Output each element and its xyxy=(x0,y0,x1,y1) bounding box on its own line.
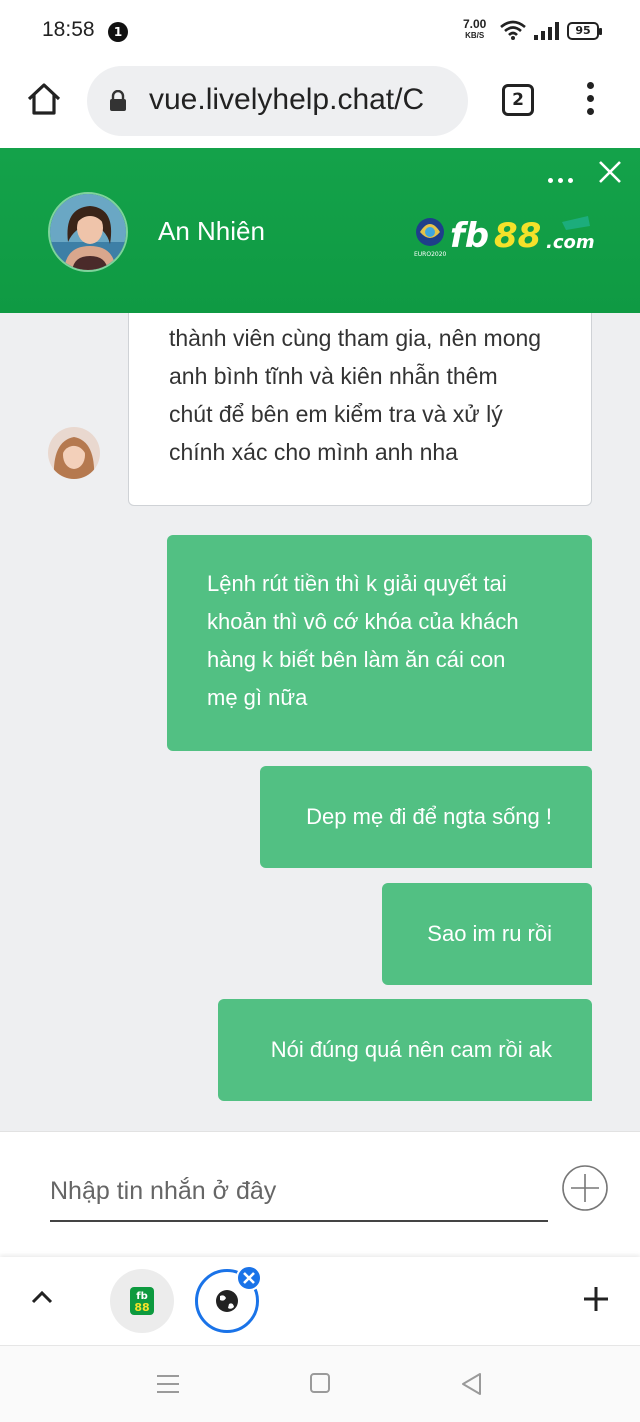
tab-switcher-button[interactable]: 2 xyxy=(502,84,534,116)
back-icon[interactable] xyxy=(460,1372,484,1396)
message-composer xyxy=(0,1131,640,1257)
url-text: vue.livelyhelp.chat/C xyxy=(149,83,425,116)
add-attachment-icon[interactable] xyxy=(561,1164,609,1212)
svg-text:88: 88 xyxy=(134,1301,149,1314)
browser-tab-strip: fb 88 xyxy=(0,1257,640,1345)
message-list[interactable]: thành viên cùng tham gia, nên mong anh b… xyxy=(0,313,640,1131)
user-message-bubble: Nói đúng quá nên cam rồi ak xyxy=(218,999,592,1101)
user-message-bubble: Sao im ru rồi xyxy=(382,883,592,985)
browser-toolbar: vue.livelyhelp.chat/C 2 xyxy=(0,62,640,148)
chat-header: An Nhiên EURO2020 fb 88 .com xyxy=(0,148,640,313)
tab-fb88[interactable]: fb 88 xyxy=(110,1269,174,1333)
signal-icon xyxy=(534,22,559,40)
address-bar[interactable]: vue.livelyhelp.chat/C xyxy=(87,66,468,136)
close-tab-icon[interactable] xyxy=(236,1265,262,1291)
agent-name: An Nhiên xyxy=(158,216,265,246)
network-speed-value: 7.00 xyxy=(463,17,487,31)
brand-logo: EURO2020 fb 88 .com xyxy=(414,216,594,258)
more-menu-icon[interactable] xyxy=(580,82,600,122)
message-input[interactable] xyxy=(50,1162,548,1222)
system-nav-bar xyxy=(0,1345,640,1422)
user-message-text: Nói đúng quá nên cam rồi ak xyxy=(270,1037,552,1062)
home-button-icon[interactable] xyxy=(310,1373,330,1393)
home-icon[interactable] xyxy=(24,80,64,120)
agent-message-text: thành viên cùng tham gia, nên mong anh b… xyxy=(169,325,542,465)
close-icon[interactable] xyxy=(596,158,624,186)
status-bar: 18:58 1 7.00 KB/S 95 xyxy=(0,0,640,62)
more-options-icon[interactable] xyxy=(548,168,578,187)
svg-text:.com: .com xyxy=(546,232,594,253)
recent-apps-icon[interactable] xyxy=(156,1374,180,1394)
user-message-text: Dep mẹ đi để ngta sống ! xyxy=(306,804,552,829)
user-message-bubble: Lệnh rút tiền thì k giải quyết tai khoản… xyxy=(167,535,592,751)
new-tab-icon[interactable] xyxy=(582,1285,610,1313)
lock-icon xyxy=(110,90,126,111)
user-message-text: Sao im ru rồi xyxy=(427,921,552,946)
svg-text:EURO2020: EURO2020 xyxy=(414,251,447,258)
battery-level: 95 xyxy=(575,24,591,37)
status-time: 18:58 xyxy=(42,18,95,41)
user-message-bubble: Dep mẹ đi để ngta sống ! xyxy=(260,766,592,868)
svg-text:fb: fb xyxy=(450,216,489,256)
user-message-text: Lệnh rút tiền thì k giải quyết tai khoản… xyxy=(207,571,519,710)
network-speed-unit: KB/S xyxy=(465,31,485,40)
fb88-favicon-icon: fb 88 xyxy=(130,1287,154,1315)
notification-badge: 1 xyxy=(108,22,128,42)
chevron-up-icon[interactable] xyxy=(30,1287,54,1307)
wifi-icon xyxy=(500,20,526,40)
agent-message-avatar xyxy=(48,427,100,479)
svg-text:88: 88 xyxy=(494,216,541,256)
agent-message-bubble: thành viên cùng tham gia, nên mong anh b… xyxy=(128,313,592,506)
network-speed: 7.00 KB/S xyxy=(463,17,487,41)
agent-avatar xyxy=(48,192,128,272)
battery-icon: 95 xyxy=(567,22,602,40)
